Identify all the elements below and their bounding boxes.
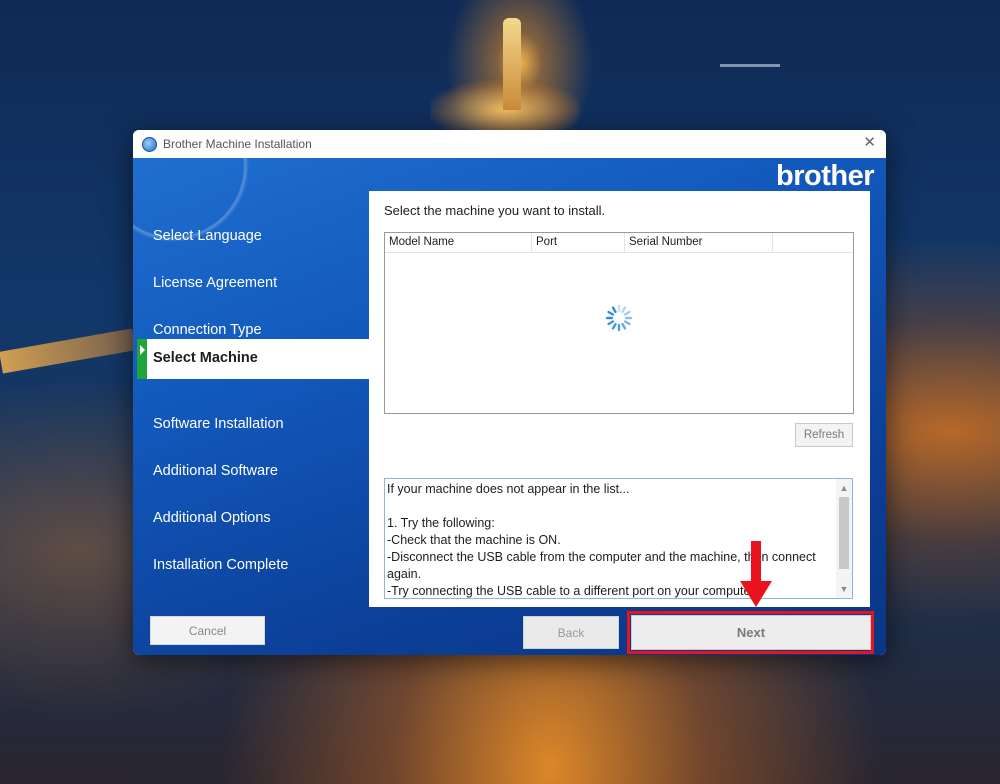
main-panel: Select the machine you want to install. … [369,191,870,607]
help-line [387,498,831,515]
step-label: License Agreement [153,275,278,291]
installer-window: Brother Machine Installation ✕ brother S… [133,130,886,655]
background-tower [503,18,521,110]
column-model-name[interactable]: Model Name [385,233,532,252]
machine-list[interactable]: Model Name Port Serial Number [384,232,854,414]
step-select-machine: Select Machine [137,339,369,379]
step-software-installation: Software Installation [133,405,369,445]
help-line: If your machine does not appear in the l… [387,482,630,496]
step-select-language: Select Language [133,217,369,257]
close-icon[interactable]: ✕ [863,135,876,151]
red-arrow-down-icon [740,541,772,607]
back-button[interactable]: Back [523,616,619,649]
scroll-thumb[interactable] [839,497,849,569]
step-label: Installation Complete [153,557,289,573]
step-label: Connection Type [153,322,262,338]
step-installation-complete: Installation Complete [133,546,369,586]
scroll-up-icon[interactable]: ▲ [836,481,852,495]
window-title: Brother Machine Installation [163,137,312,151]
step-additional-software: Additional Software [133,452,369,492]
brother-logo: brother [776,160,875,192]
title-bar: Brother Machine Installation ✕ [133,130,886,158]
step-label: Additional Software [153,463,278,479]
active-step-marker-icon [137,339,147,379]
refresh-button[interactable]: Refresh [795,423,853,447]
instruction-text: Select the machine you want to install. [384,203,606,218]
step-additional-options: Additional Options [133,499,369,539]
list-header: Model Name Port Serial Number [385,233,853,253]
scroll-down-icon[interactable]: ▼ [836,582,852,596]
step-label: Software Installation [153,416,284,432]
background-boat [720,64,780,67]
column-serial-number[interactable]: Serial Number [625,233,773,252]
step-label: Select Machine [153,350,258,366]
next-highlight-box [627,611,874,654]
help-text-box[interactable]: If your machine does not appear in the l… [384,478,853,599]
loading-spinner-icon [605,304,633,332]
step-label: Select Language [153,228,262,244]
brother-app-icon [142,136,157,152]
help-line: 1. Try the following: [387,516,495,530]
step-license-agreement: License Agreement [133,264,369,304]
installer-body: brother Select Language License Agreemen… [133,158,886,655]
help-scrollbar[interactable]: ▲ ▼ [836,479,852,598]
column-port[interactable]: Port [532,233,625,252]
step-label: Additional Options [153,510,271,526]
background-pier [0,328,136,374]
cancel-button[interactable]: Cancel [150,616,265,645]
